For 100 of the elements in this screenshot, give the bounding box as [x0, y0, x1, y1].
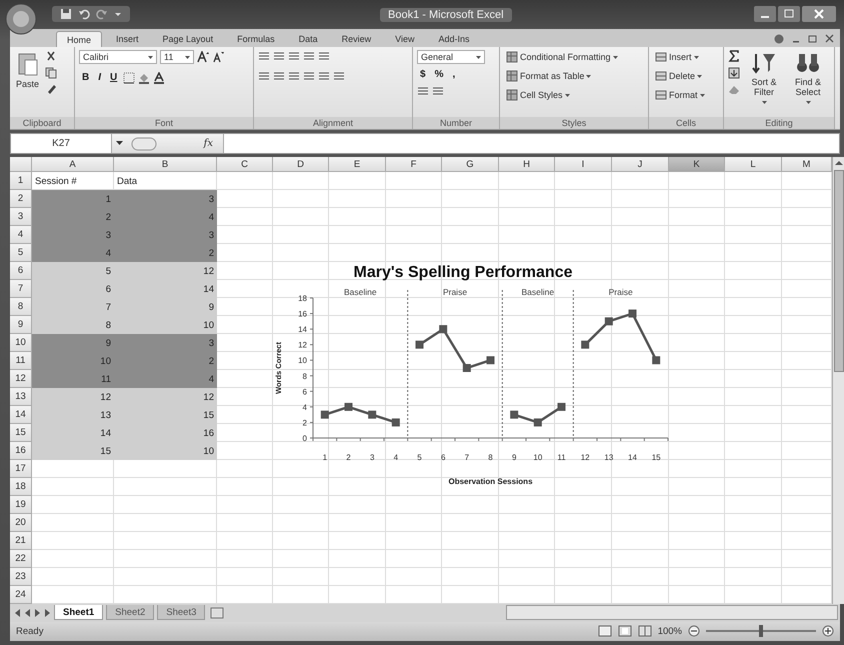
bold-button[interactable]: B [79, 72, 92, 84]
font-size-field[interactable]: 11 [160, 50, 194, 64]
prev-sheet-icon[interactable] [24, 608, 31, 617]
close-icon[interactable] [802, 6, 836, 22]
comma-button[interactable]: , [449, 68, 458, 80]
ribbon-tab[interactable]: Add-Ins [428, 30, 480, 47]
column-header[interactable]: A [32, 157, 114, 172]
currency-button[interactable]: $ [417, 68, 429, 80]
increase-decimal-icon[interactable] [417, 84, 429, 97]
percent-button[interactable]: % [432, 68, 446, 80]
row-header[interactable]: 18 [10, 478, 32, 496]
page-layout-view-icon[interactable] [618, 625, 632, 638]
row-header[interactable]: 1 [10, 172, 32, 190]
page-break-view-icon[interactable] [638, 625, 652, 638]
row-header[interactable]: 8 [10, 298, 32, 316]
row-header[interactable]: 11 [10, 352, 32, 370]
align-right-icon[interactable] [288, 70, 300, 82]
ribbon-tab[interactable]: Review [332, 30, 382, 47]
office-button-icon[interactable] [4, 2, 38, 36]
borders-icon[interactable] [123, 72, 136, 84]
italic-button[interactable]: I [95, 72, 104, 84]
row-header[interactable]: 14 [10, 406, 32, 424]
scissors-icon[interactable] [45, 50, 58, 62]
new-sheet-icon[interactable] [208, 606, 226, 619]
delete-cells-icon[interactable] [655, 70, 667, 82]
column-header[interactable]: B [114, 157, 217, 172]
column-header[interactable]: G [442, 157, 499, 172]
conditional-formatting-icon[interactable] [506, 50, 518, 63]
center-icon[interactable] [273, 70, 285, 82]
row-header[interactable]: 24 [10, 586, 32, 604]
column-header[interactable]: H [499, 157, 555, 172]
fill-icon[interactable] [728, 66, 740, 79]
number-format-field[interactable]: General [417, 50, 485, 64]
first-sheet-icon[interactable] [14, 608, 21, 617]
row-header[interactable]: 5 [10, 244, 32, 262]
fill-color-icon[interactable] [138, 72, 150, 84]
row-header[interactable]: 3 [10, 208, 32, 226]
ribbon-button[interactable]: Sort & Filter [744, 50, 784, 117]
scroll-thumb[interactable] [834, 170, 844, 372]
row-header[interactable]: 21 [10, 532, 32, 550]
slider-thumb[interactable] [759, 625, 763, 638]
decrease-indent-icon[interactable] [303, 70, 315, 82]
zoom-level[interactable]: 100% [658, 626, 682, 637]
cell-styles-icon[interactable] [506, 88, 518, 101]
ribbon-tab[interactable]: View [385, 30, 424, 47]
row-header[interactable]: 9 [10, 316, 32, 334]
ribbon-button[interactable]: Delete [653, 68, 707, 83]
zoom-in-icon[interactable] [822, 625, 834, 638]
bottom-align-icon[interactable] [288, 50, 300, 62]
sheet-tab[interactable]: Sheet2 [106, 605, 154, 620]
brush-icon[interactable] [45, 84, 58, 96]
row-header[interactable]: 6 [10, 262, 32, 280]
ribbon-button[interactable]: Find & Select [788, 50, 828, 117]
zoom-out-icon[interactable] [688, 625, 700, 638]
font-name-field[interactable]: Calibri [79, 50, 157, 64]
row-header[interactable]: 7 [10, 280, 32, 298]
ribbon-tab[interactable]: Insert [106, 30, 149, 47]
maximize-icon[interactable] [778, 6, 800, 22]
ribbon-button[interactable]: Format [653, 88, 707, 102]
wrap-text-icon[interactable] [318, 50, 330, 62]
copy-icon[interactable] [45, 66, 58, 79]
align-left-icon[interactable] [258, 70, 270, 82]
row-header[interactable]: 22 [10, 550, 32, 568]
paste-button[interactable]: Paste [14, 50, 42, 117]
row-header[interactable]: 4 [10, 226, 32, 244]
middle-align-icon[interactable] [273, 50, 285, 62]
insert-cells-icon[interactable] [655, 50, 667, 63]
row-header[interactable]: 17 [10, 460, 32, 478]
shrink-font-icon[interactable] [212, 50, 224, 63]
horizontal-scrollbar[interactable] [506, 605, 838, 620]
ribbon-button[interactable]: Conditional Formatting [504, 50, 620, 64]
last-sheet-icon[interactable] [44, 608, 51, 617]
underline-button[interactable]: U [107, 72, 120, 84]
ribbon-tab[interactable]: Data [288, 30, 328, 47]
increase-indent-icon[interactable] [318, 70, 330, 82]
grow-font-icon[interactable] [197, 50, 209, 63]
normal-view-icon[interactable] [598, 625, 612, 638]
decrease-decimal-icon[interactable] [432, 84, 444, 97]
ribbon-tab[interactable]: Formulas [227, 30, 285, 47]
orientation-icon[interactable] [303, 50, 315, 62]
save-icon[interactable] [60, 8, 72, 20]
close-icon[interactable] [825, 34, 834, 44]
ribbon-tab[interactable]: Page Layout [152, 30, 224, 47]
row-header[interactable]: 19 [10, 496, 32, 514]
row-header[interactable]: 23 [10, 568, 32, 586]
row-header[interactable]: 15 [10, 424, 32, 442]
column-header[interactable]: M [782, 157, 832, 172]
column-header[interactable]: I [555, 157, 612, 172]
merge-icon[interactable] [333, 70, 345, 82]
sheet-tab[interactable]: Sheet3 [157, 605, 206, 620]
redo-icon[interactable] [96, 8, 108, 20]
row-header[interactable]: 2 [10, 190, 32, 208]
format-cells-icon[interactable] [655, 88, 667, 101]
undo-icon[interactable] [78, 8, 90, 20]
column-header[interactable]: E [329, 157, 386, 172]
row-header[interactable]: 12 [10, 370, 32, 388]
row-header[interactable]: 10 [10, 334, 32, 352]
row-header[interactable]: 16 [10, 442, 32, 460]
ribbon-tab[interactable]: Home [56, 30, 102, 47]
column-header[interactable]: F [386, 157, 442, 172]
